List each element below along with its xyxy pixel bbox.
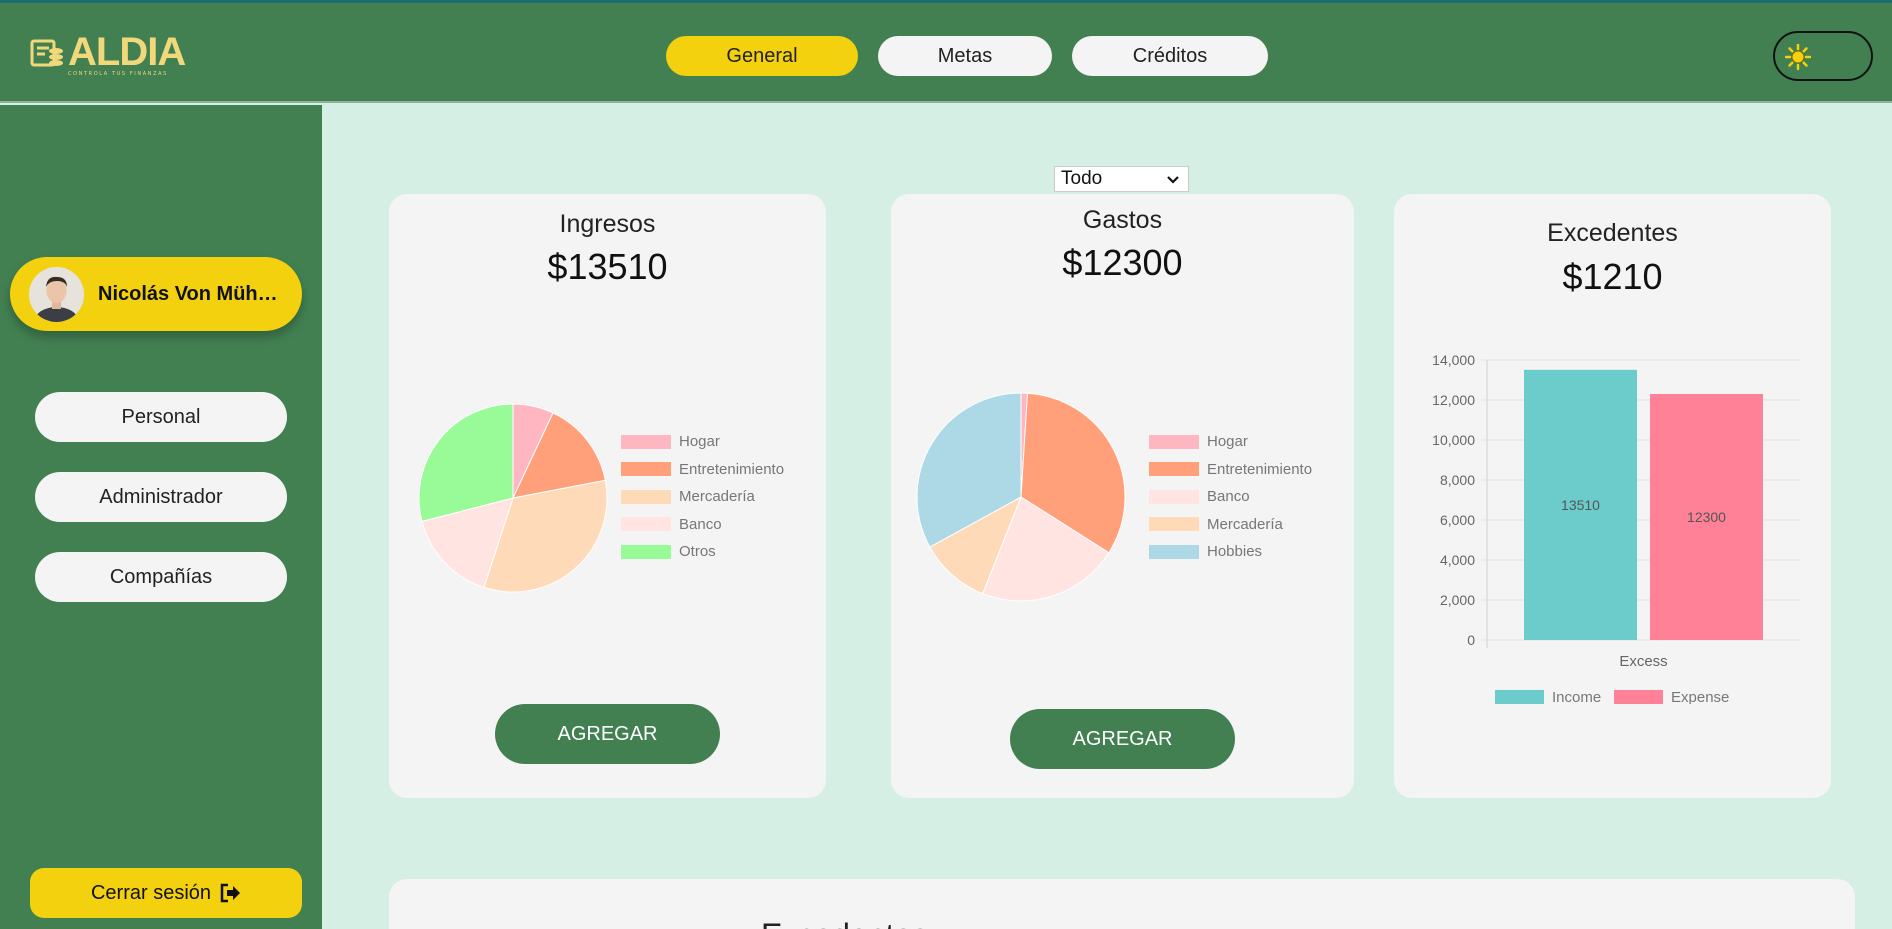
logout-label: Cerrar sesión — [90, 881, 212, 904]
legend-label: Mercadería — [1207, 515, 1283, 533]
legend-label: Hogar — [679, 433, 720, 451]
y-tick-label: 10,000 — [1432, 432, 1475, 448]
excedentes-detail-title: Excedentes — [761, 917, 928, 929]
legend-label: Hogar — [1207, 433, 1248, 451]
sun-icon — [1785, 44, 1811, 70]
excedentes-bar-chart: 0 2,000 4,000 6,000 8,000 10,000 12,000 14,000 1… — [1432, 352, 1800, 704]
gastos-title: Gastos — [1082, 206, 1163, 234]
gastos-amount: $12300 — [1062, 242, 1183, 283]
sidebar-item-administrador[interactable]: Administrador — [35, 472, 287, 522]
user-name: Nicolás Von Müh… — [98, 282, 278, 305]
add-ingreso-button[interactable]: AGREGAR — [495, 704, 720, 764]
logo-text: ALDIA — [68, 30, 186, 74]
logo[interactable]: ALDIA CONTROLA TUS FINANZAS — [30, 30, 186, 77]
legend-swatch — [621, 517, 671, 532]
logo-tagline: CONTROLA TUS FINANZAS — [68, 71, 168, 77]
gastos-card: Gastos $12300 Hogar Entretenimiento Banco M… — [891, 194, 1354, 798]
add-gasto-button[interactable]: AGREGAR — [1010, 709, 1235, 769]
sidebar-item-personal[interactable]: Personal — [35, 392, 287, 442]
excedentes-title: Excedentes — [1547, 219, 1678, 247]
gastos-legend-item[interactable]: Hobbies — [1149, 538, 1312, 566]
filter-selected-value: Todo — [1061, 168, 1103, 189]
bar-data-label: 12300 — [1687, 509, 1726, 525]
legend-label: Entretenimiento — [679, 460, 785, 478]
sidebar: Nicolás Von Müh… Personal Administrador … — [0, 105, 322, 929]
period-filter-select[interactable]: Todo — [1054, 166, 1189, 192]
ingresos-card: Ingresos $13510 Hogar Entretenimiento Merc… — [389, 194, 826, 798]
tab-general[interactable]: General — [666, 36, 858, 76]
legend-label: Banco — [1207, 488, 1250, 506]
legend-label: Otros — [679, 543, 716, 561]
legend-swatch — [1149, 517, 1199, 532]
gastos-legend-item[interactable]: Banco — [1149, 483, 1312, 511]
y-tick-label: 0 — [1467, 632, 1475, 648]
legend-swatch — [1149, 489, 1199, 504]
ingresos-legend-item[interactable]: Otros — [621, 538, 784, 566]
legend-swatch — [1149, 434, 1199, 449]
logout-button[interactable]: Cerrar sesión — [30, 868, 302, 918]
excedentes-detail-card: Excedentes — [389, 879, 1855, 929]
chevron-down-icon — [1167, 176, 1179, 184]
y-tick-label: 8,000 — [1440, 472, 1475, 488]
ingresos-legend-item[interactable]: Entretenimiento — [621, 456, 784, 484]
gastos-legend-item[interactable]: Entretenimiento — [1149, 456, 1312, 484]
header: ALDIA CONTROLA TUS FINANZAS General Meta… — [0, 3, 1892, 103]
gastos-legend: Hogar Entretenimiento Banco Mercadería Hobbi… — [1149, 428, 1312, 566]
tab-metas[interactable]: Metas — [878, 36, 1052, 76]
x-tick-label: Excess — [1619, 653, 1667, 670]
legend-label[interactable]: Expense — [1671, 689, 1729, 704]
y-tick-label: 6,000 — [1440, 512, 1475, 528]
ingresos-amount: $13510 — [547, 246, 668, 287]
ingresos-legend-item[interactable]: Mercadería — [621, 483, 784, 511]
legend-label: Entretenimiento — [1207, 460, 1313, 478]
user-photo — [29, 266, 84, 322]
gastos-legend-item[interactable]: Mercadería — [1149, 511, 1312, 539]
legend-swatch — [1149, 462, 1199, 477]
gastos-pie-chart — [916, 392, 1126, 602]
legend-swatch — [1614, 690, 1663, 704]
legend-swatch — [1495, 690, 1544, 704]
ingresos-title: Ingresos — [559, 210, 656, 238]
legend-label: Mercadería — [679, 488, 755, 506]
legend-label: Hobbies — [1207, 543, 1263, 561]
legend-label: Banco — [679, 515, 722, 533]
y-tick-label: 14,000 — [1432, 352, 1475, 368]
bar-data-label: 13510 — [1561, 497, 1600, 513]
excedentes-amount: $1210 — [1562, 256, 1663, 297]
legend-swatch — [621, 489, 671, 504]
sidebar-item-companias[interactable]: Compañías — [35, 552, 287, 602]
tab-creditos[interactable]: Créditos — [1072, 36, 1268, 76]
legend-swatch — [621, 434, 671, 449]
ingresos-pie-chart — [418, 403, 608, 593]
legend-label[interactable]: Income — [1552, 689, 1601, 704]
ingresos-legend: Hogar Entretenimiento Mercadería Banco Otros — [621, 428, 784, 566]
ingresos-legend-item[interactable]: Hogar — [621, 428, 784, 456]
user-profile[interactable]: Nicolás Von Müh… — [10, 257, 302, 331]
coins-icon — [30, 39, 63, 67]
legend-swatch — [621, 544, 671, 559]
legend-swatch — [621, 462, 671, 477]
theme-toggle[interactable] — [1773, 31, 1873, 81]
ingresos-legend-item[interactable]: Banco — [621, 511, 784, 539]
excedentes-card: Excedentes $1210 0 2,000 4,000 6,000 8,000 10… — [1394, 194, 1831, 798]
logout-icon — [220, 883, 241, 903]
gastos-legend-item[interactable]: Hogar — [1149, 428, 1312, 456]
y-tick-label: 12,000 — [1432, 392, 1475, 408]
y-tick-label: 2,000 — [1440, 592, 1475, 608]
legend-swatch — [1149, 544, 1199, 559]
y-tick-label: 4,000 — [1440, 552, 1475, 568]
avatar — [29, 266, 84, 322]
